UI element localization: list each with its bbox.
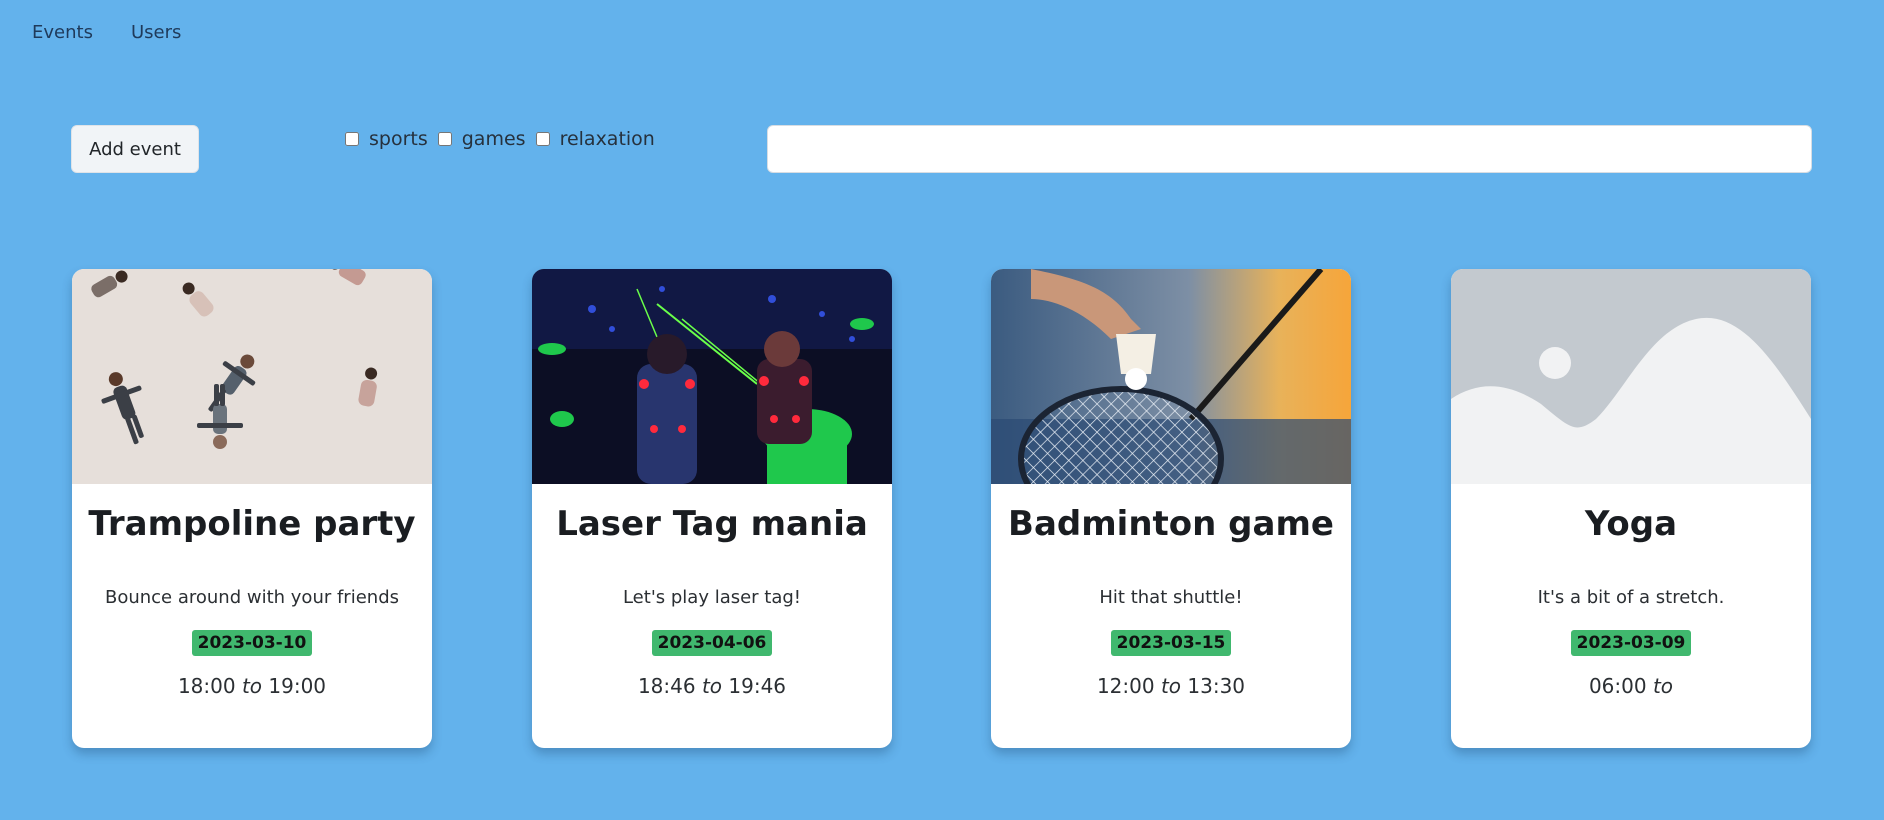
event-date-badge: 2023-04-06	[651, 630, 773, 656]
image-placeholder-icon	[1451, 269, 1811, 484]
nav-events-link[interactable]: Events	[32, 22, 93, 43]
toolbar: Add event sports games relaxation	[71, 125, 1812, 173]
filter-sports-checkbox[interactable]	[345, 132, 359, 146]
event-title: Yoga	[1584, 504, 1678, 544]
event-card[interactable]: Trampoline party Bounce around with your…	[72, 269, 432, 748]
add-event-button[interactable]: Add event	[71, 125, 199, 173]
event-time: 18:00 to 19:00	[72, 674, 432, 698]
event-time: 18:46 to 19:46	[532, 674, 892, 698]
event-end-time: 19:46	[728, 674, 787, 698]
event-end-time: 19:00	[268, 674, 327, 698]
event-start-time: 06:00	[1588, 674, 1647, 698]
filter-games-label: games	[461, 128, 526, 150]
filter-games-checkbox[interactable]	[437, 132, 452, 146]
event-start-time: 18:46	[637, 674, 696, 698]
event-description: It's a bit of a stretch.	[1537, 587, 1725, 608]
filter-relaxation-label: relaxation	[559, 128, 655, 150]
filter-relaxation-checkbox[interactable]	[535, 132, 550, 146]
event-card[interactable]: Yoga It's a bit of a stretch. 2023-03-09…	[1451, 269, 1811, 748]
event-description: Hit that shuttle!	[1099, 587, 1243, 608]
top-nav: Events Users	[32, 22, 181, 43]
event-time: 06:00 to	[1451, 674, 1811, 698]
filter-sports-label: sports	[369, 128, 428, 150]
event-image-laser-tag	[532, 269, 892, 484]
event-start-time: 18:00	[177, 674, 236, 698]
filter-games[interactable]: games	[437, 128, 526, 150]
event-image-badminton	[991, 269, 1351, 484]
time-connector: to	[1652, 674, 1674, 698]
event-title: Laser Tag mania	[556, 504, 868, 544]
category-filters: sports games relaxation	[345, 128, 665, 150]
filter-sports[interactable]: sports	[345, 128, 428, 150]
event-image-trampoline	[72, 269, 432, 484]
event-card[interactable]: Badminton game Hit that shuttle! 2023-03…	[991, 269, 1351, 748]
event-card[interactable]: Laser Tag mania Let's play laser tag! 20…	[532, 269, 892, 748]
event-title: Badminton game	[1008, 504, 1334, 544]
event-date-badge: 2023-03-10	[191, 630, 313, 656]
search-input[interactable]	[767, 125, 1812, 173]
time-connector: to	[241, 674, 263, 698]
event-description: Let's play laser tag!	[622, 587, 802, 608]
time-connector: to	[701, 674, 723, 698]
event-description: Bounce around with your friends	[104, 587, 399, 608]
nav-users-link[interactable]: Users	[131, 22, 181, 43]
event-end-time: 13:30	[1187, 674, 1246, 698]
event-start-time: 12:00	[1096, 674, 1155, 698]
time-connector: to	[1160, 674, 1182, 698]
event-date-badge: 2023-03-15	[1110, 630, 1232, 656]
event-title: Trampoline party	[88, 504, 416, 544]
event-date-badge: 2023-03-09	[1570, 630, 1692, 656]
filter-relaxation[interactable]: relaxation	[535, 128, 655, 150]
event-time: 12:00 to 13:30	[991, 674, 1351, 698]
